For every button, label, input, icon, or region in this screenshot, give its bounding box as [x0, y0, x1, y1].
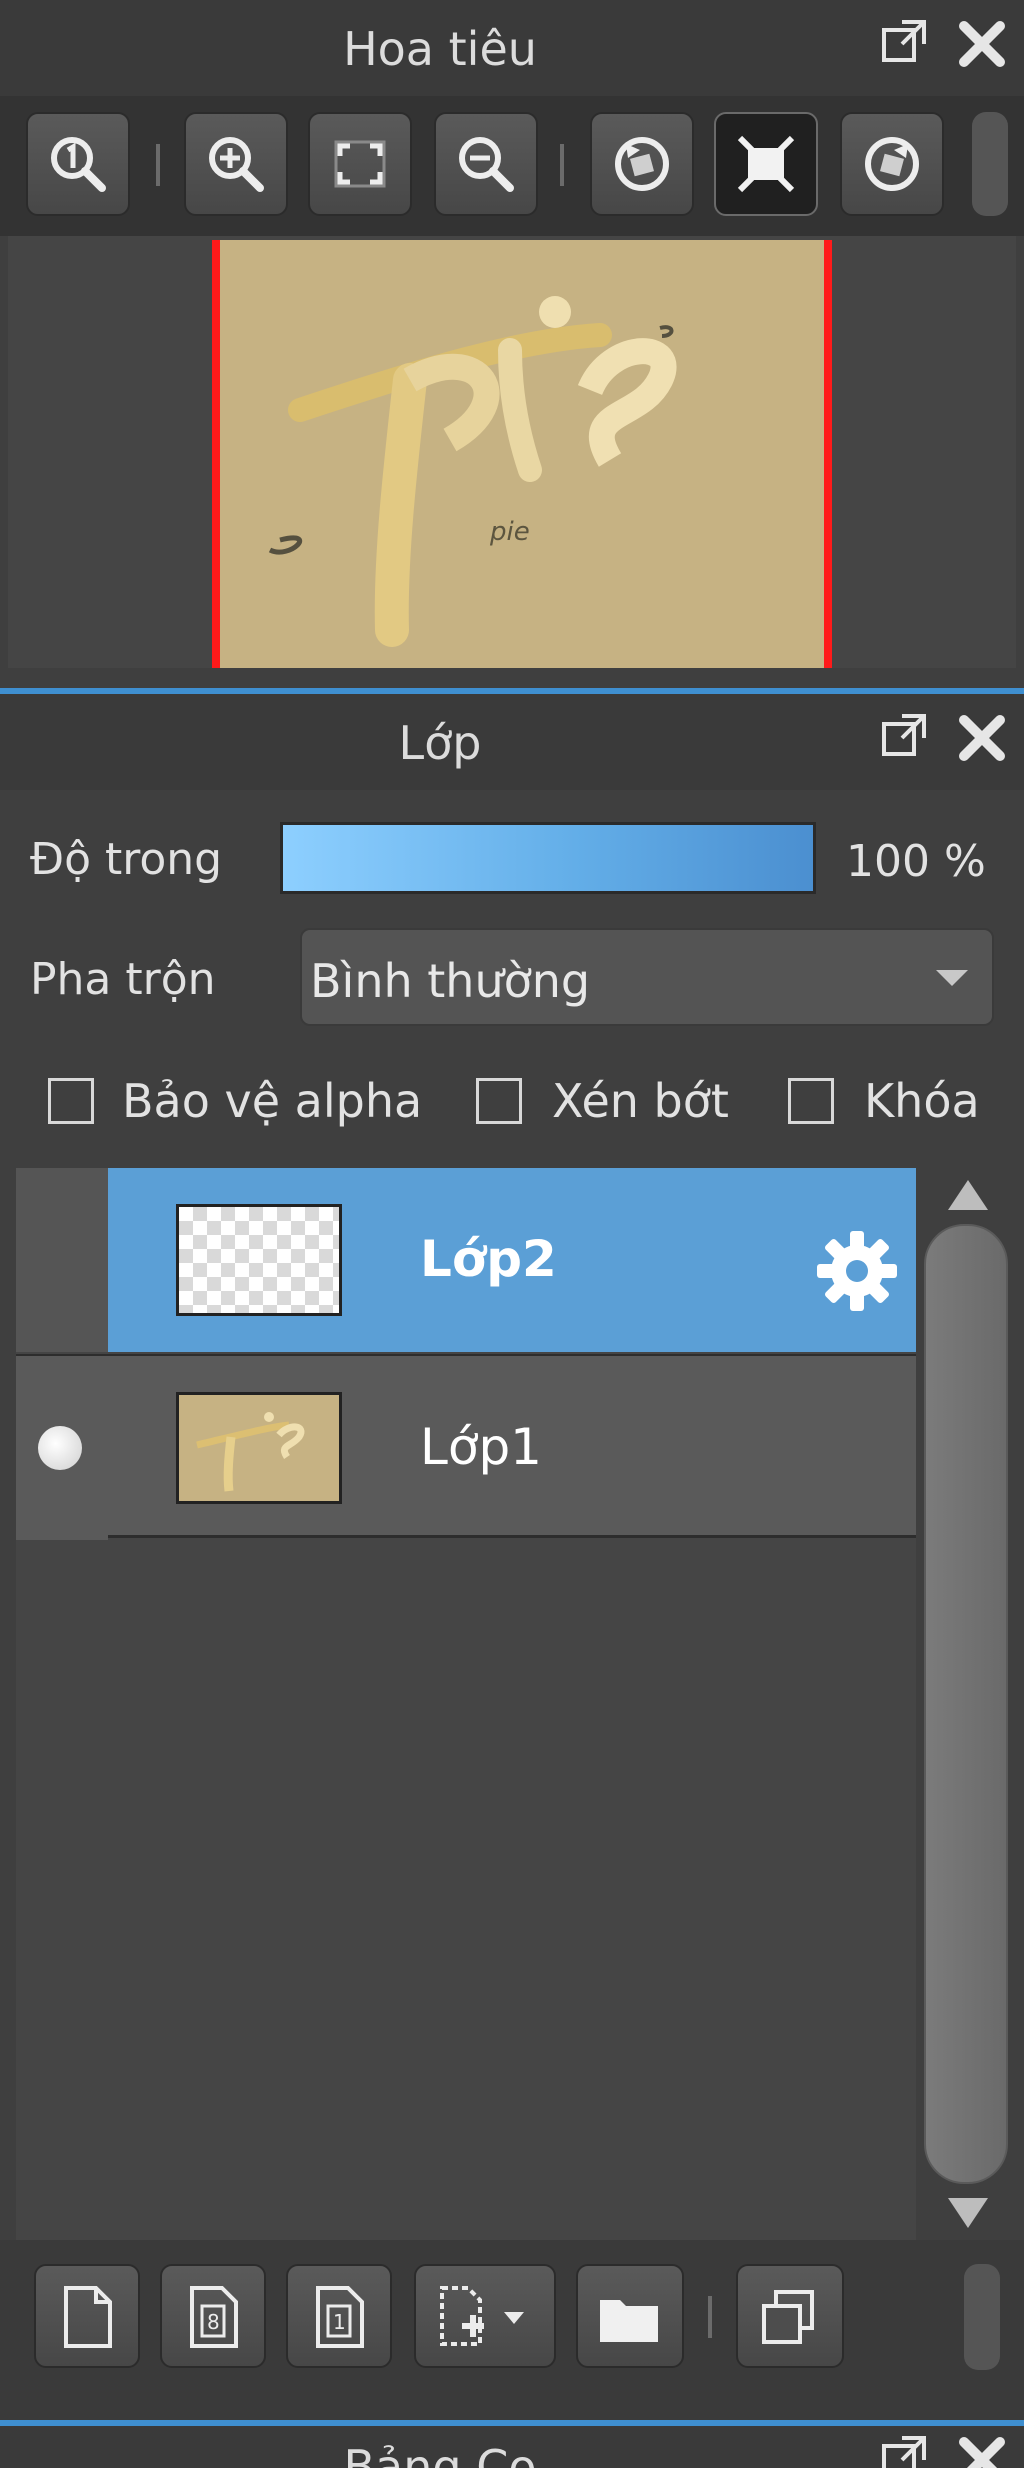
zoom-out-icon: [459, 137, 514, 192]
zoom-out-button[interactable]: [434, 112, 538, 216]
fit-screen-button[interactable]: [308, 112, 412, 216]
rotate-right-icon: [865, 137, 919, 191]
layer-thumbnail: [176, 1392, 342, 1504]
scroll-up-icon[interactable]: [948, 1180, 988, 1210]
new-folder-icon: [600, 2300, 658, 2342]
zoom-actual-icon: [51, 137, 106, 192]
new-1bit-layer-icon: 1: [316, 2286, 364, 2348]
rotate-left-button[interactable]: [590, 112, 694, 216]
layer-row-lop1[interactable]: Lớp1: [16, 1354, 916, 1540]
visibility-toggle[interactable]: [16, 1168, 108, 1352]
close-icon[interactable]: [952, 2430, 1012, 2468]
duplicate-layer-button[interactable]: [736, 2264, 844, 2368]
protect-alpha-checkbox[interactable]: [48, 1078, 94, 1124]
popout-icon[interactable]: [876, 2430, 936, 2468]
fullscreen-icon: [737, 135, 795, 193]
new-folder-button[interactable]: [576, 2264, 684, 2368]
fullscreen-button[interactable]: [714, 112, 818, 216]
visibility-toggle[interactable]: [16, 1356, 108, 1540]
rotate-left-icon: [615, 137, 669, 191]
gear-icon[interactable]: [812, 1226, 902, 1316]
blend-mode-select[interactable]: Bình thường: [300, 928, 994, 1026]
blend-mode-label: Pha trộn: [30, 954, 216, 1005]
chevron-down-icon: [936, 970, 968, 986]
clipping-checkbox[interactable]: [476, 1078, 522, 1124]
pie-artwork-image: [196, 1412, 305, 1492]
svg-text:1: 1: [333, 2310, 346, 2334]
duplicate-layer-icon: [762, 2290, 814, 2344]
navigator-preview[interactable]: pie: [8, 236, 1016, 668]
scrollbar-thumb[interactable]: [924, 1224, 1008, 2184]
brush-panel-title: Bảng Cọ: [343, 2440, 537, 2468]
opacity-slider[interactable]: [280, 822, 816, 894]
layer-name: Lớp2: [420, 1230, 557, 1288]
lock-checkbox[interactable]: [788, 1078, 834, 1124]
svg-text:8: 8: [207, 2310, 220, 2334]
rotate-right-button[interactable]: [840, 112, 944, 216]
svg-text:pie: pie: [489, 517, 530, 547]
opacity-value: 100 %: [846, 836, 986, 887]
layer-titlebar: Lớp: [0, 694, 1024, 790]
layer-row-lop2[interactable]: Lớp2: [16, 1168, 916, 1352]
new-1bit-layer-button[interactable]: 1: [286, 2264, 392, 2368]
navigator-title: Hoa tiêu: [343, 22, 537, 76]
toolbar-scroll-handle[interactable]: [972, 112, 1008, 216]
toolbar-separator: [156, 144, 160, 186]
toolbar-separator: [708, 2296, 712, 2338]
layer-toolbar: 8 1: [0, 2240, 1024, 2420]
popout-icon[interactable]: [876, 708, 936, 768]
close-icon[interactable]: [952, 708, 1012, 768]
scroll-down-icon[interactable]: [948, 2198, 988, 2228]
layer-thumbnail: [176, 1204, 342, 1316]
visible-eye-icon: [38, 1426, 82, 1470]
close-icon[interactable]: [952, 14, 1012, 74]
clipping-label: Xén bớt: [552, 1074, 729, 1128]
add-layer-menu-icon: [440, 2286, 524, 2346]
new-layer-button[interactable]: [34, 2264, 140, 2368]
brush-panel-titlebar: Bảng Cọ: [0, 2426, 1024, 2468]
zoom-in-icon: [209, 137, 264, 192]
new-8bit-layer-button[interactable]: 8: [160, 2264, 266, 2368]
layer-list: Lớp2 Lớp1: [16, 1168, 916, 2240]
pie-artwork-image: pie: [268, 296, 677, 647]
new-layer-icon: [64, 2286, 112, 2348]
toolbar-separator: [560, 144, 564, 186]
layer-panel-title: Lớp: [398, 716, 482, 770]
fit-screen-icon: [334, 140, 386, 188]
add-layer-menu-button[interactable]: [414, 2264, 556, 2368]
opacity-label: Độ trong: [30, 834, 223, 885]
popout-icon[interactable]: [876, 14, 936, 74]
navigator-toolbar: [0, 96, 1024, 236]
lock-label: Khóa: [864, 1074, 980, 1128]
zoom-actual-button[interactable]: [26, 112, 130, 216]
toolbar-scroll-handle[interactable]: [964, 2264, 1000, 2370]
new-8bit-layer-icon: 8: [190, 2286, 238, 2348]
zoom-in-button[interactable]: [184, 112, 288, 216]
canvas-thumbnail: pie: [212, 240, 832, 668]
layer-scrollbar[interactable]: [920, 1168, 1016, 2240]
blend-mode-value: Bình thường: [310, 954, 591, 1008]
navigator-titlebar: Hoa tiêu: [0, 0, 1024, 96]
protect-alpha-label: Bảo vệ alpha: [122, 1074, 423, 1128]
layer-name: Lớp1: [420, 1418, 542, 1476]
